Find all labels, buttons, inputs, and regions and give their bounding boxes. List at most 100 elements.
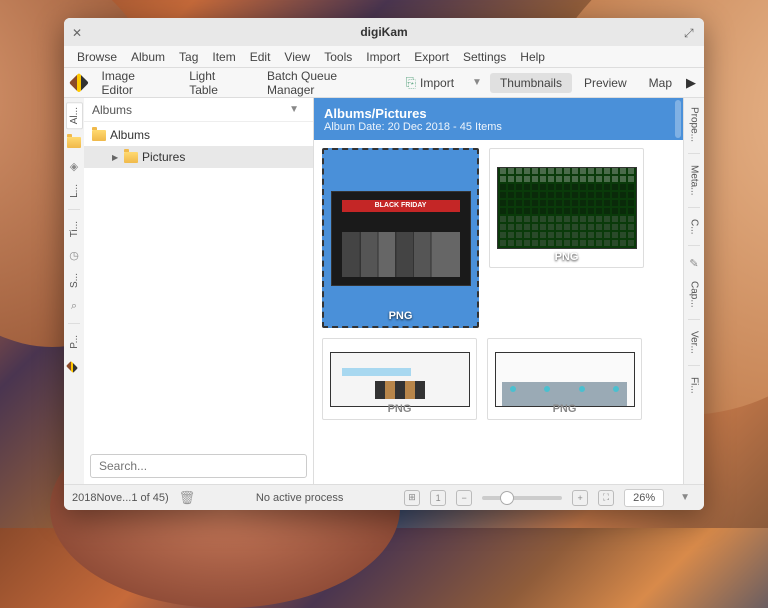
clock-icon[interactable]: ◷	[67, 248, 81, 262]
search-icon[interactable]: ⌕	[67, 299, 81, 313]
app-window: ✕ digiKam ⤢ Browse Album Tag Item Edit V…	[64, 18, 704, 510]
divider	[688, 153, 700, 154]
menu-edit[interactable]: Edit	[243, 50, 278, 64]
rtab-metadata[interactable]: Meta...	[686, 160, 703, 201]
toolbar-overflow-icon[interactable]: ▶	[686, 75, 696, 91]
zoom-dropdown-icon[interactable]: ▼	[674, 492, 696, 503]
format-badge: PNG	[553, 403, 577, 415]
divider	[68, 323, 80, 324]
menu-export[interactable]: Export	[407, 50, 456, 64]
zoom-value: 26%	[633, 492, 655, 504]
menu-settings[interactable]: Settings	[456, 50, 513, 64]
zoom-out-icon[interactable]: −	[456, 490, 472, 506]
pen-icon[interactable]: ✎	[687, 256, 701, 270]
editor-icon	[69, 73, 88, 92]
album-tree[interactable]: Albums ▶ Pictures	[84, 122, 313, 448]
thumbnail-image	[330, 352, 470, 407]
zoom-fit-icon[interactable]: ⛶	[598, 490, 614, 506]
thumbnail-image: BLACK FRIDAY	[331, 191, 471, 286]
zoom-slider[interactable]	[482, 496, 562, 500]
thumbnail-item[interactable]: PNG	[487, 338, 642, 420]
view-mode-icon[interactable]: ⊞	[404, 490, 420, 506]
slider-handle[interactable]	[500, 491, 514, 505]
tree-row-albums[interactable]: Albums	[84, 124, 313, 146]
map-button[interactable]: Map	[639, 73, 682, 93]
window-title: digiKam	[84, 25, 684, 39]
menu-item[interactable]: Item	[205, 50, 242, 64]
menu-browse[interactable]: Browse	[70, 50, 124, 64]
folder-icon	[124, 152, 138, 163]
menu-tag[interactable]: Tag	[172, 50, 205, 64]
album-header: Albums/Pictures Album Date: 20 Dec 2018 …	[314, 98, 683, 140]
scroll-indicator[interactable]	[675, 100, 681, 138]
thumbnail-image	[495, 352, 635, 407]
preview-button[interactable]: Preview	[574, 73, 637, 93]
ltab-people[interactable]: P...	[66, 330, 83, 354]
search-bar	[84, 448, 313, 484]
albums-panel: Albums ▼ Albums ▶ Pictures	[84, 98, 314, 484]
divider	[688, 245, 700, 246]
panel-sort-icon[interactable]: ▼	[283, 104, 305, 115]
tree-row-pictures[interactable]: ▶ Pictures	[84, 146, 313, 168]
panel-header: Albums ▼	[84, 98, 313, 122]
zoom-level-box[interactable]: 26%	[624, 489, 664, 507]
menu-help[interactable]: Help	[513, 50, 552, 64]
rtab-versions[interactable]: Ver...	[686, 326, 703, 359]
folder-icon	[92, 130, 106, 141]
maximize-icon[interactable]: ⤢	[684, 26, 696, 38]
window-body: Al... ◈ L... Ti... ◷ S... ⌕ P... Albums …	[64, 98, 704, 484]
left-sidebar-tabs: Al... ◈ L... Ti... ◷ S... ⌕ P...	[64, 98, 84, 484]
ltab-timeline[interactable]: Ti...	[66, 216, 83, 242]
format-badge: PNG	[555, 251, 579, 263]
thumbnail-item[interactable]: PNG	[322, 338, 477, 420]
batch-queue-button[interactable]: Batch Queue Manager	[257, 66, 394, 100]
main-panel: Albums/Pictures Album Date: 20 Dec 2018 …	[314, 98, 684, 484]
import-button[interactable]: ⎘ Import	[396, 72, 464, 94]
thumbnail-image	[497, 167, 637, 249]
zoom-in-icon[interactable]: +	[572, 490, 588, 506]
rtab-filters[interactable]: Fi...	[686, 372, 703, 399]
import-dropdown-icon[interactable]: ▼	[466, 77, 488, 88]
menu-view[interactable]: View	[277, 50, 317, 64]
thumbnails-button[interactable]: Thumbnails	[490, 73, 572, 93]
status-process: No active process	[256, 492, 343, 504]
import-icon: ⎘	[406, 75, 416, 91]
image-editor-button[interactable]: Image Editor	[92, 66, 178, 100]
rtab-properties[interactable]: Prope...	[686, 102, 703, 147]
ltab-l[interactable]: L...	[66, 179, 83, 203]
expand-icon[interactable]: ▶	[112, 153, 120, 162]
status-left: 2018Nove...1 of 45)	[72, 492, 169, 504]
album-title: Albums/Pictures	[324, 106, 673, 121]
folder-icon[interactable]	[67, 135, 81, 149]
search-input[interactable]	[90, 454, 307, 478]
right-sidebar-tabs: Prope... Meta... C... ✎ Cap... Ver... Fi…	[684, 98, 704, 484]
divider	[68, 209, 80, 210]
close-icon[interactable]: ✕	[72, 26, 84, 38]
titlebar[interactable]: ✕ digiKam ⤢	[64, 18, 704, 46]
rtab-captions[interactable]: Cap...	[686, 276, 703, 313]
thumbnail-grid[interactable]: BLACK FRIDAY PNG PNG PNG PNG	[314, 140, 683, 484]
tag-icon[interactable]: ◈	[67, 159, 81, 173]
ltab-albums[interactable]: Al...	[66, 102, 83, 129]
ltab-search[interactable]: S...	[66, 268, 83, 293]
divider	[688, 365, 700, 366]
brush-icon[interactable]	[67, 360, 81, 374]
menubar: Browse Album Tag Item Edit View Tools Im…	[64, 46, 704, 68]
trash-icon[interactable]: 🗑	[179, 490, 196, 506]
view-count-icon[interactable]: 1	[430, 490, 446, 506]
format-badge: PNG	[389, 310, 413, 322]
divider	[688, 207, 700, 208]
menu-album[interactable]: Album	[124, 50, 172, 64]
thumbnail-item[interactable]: BLACK FRIDAY PNG	[322, 148, 479, 328]
menu-tools[interactable]: Tools	[317, 50, 359, 64]
thumbnail-item[interactable]: PNG	[489, 148, 644, 268]
album-subtitle: Album Date: 20 Dec 2018 - 45 Items	[324, 121, 673, 133]
divider	[688, 319, 700, 320]
toolbar: Image Editor Light Table Batch Queue Man…	[64, 68, 704, 98]
light-table-button[interactable]: Light Table	[179, 66, 255, 100]
format-badge: PNG	[388, 403, 412, 415]
menu-import[interactable]: Import	[359, 50, 407, 64]
panel-title: Albums	[92, 103, 132, 117]
statusbar: 2018Nove...1 of 45) 🗑 No active process …	[64, 484, 704, 510]
rtab-colors[interactable]: C...	[686, 214, 703, 240]
